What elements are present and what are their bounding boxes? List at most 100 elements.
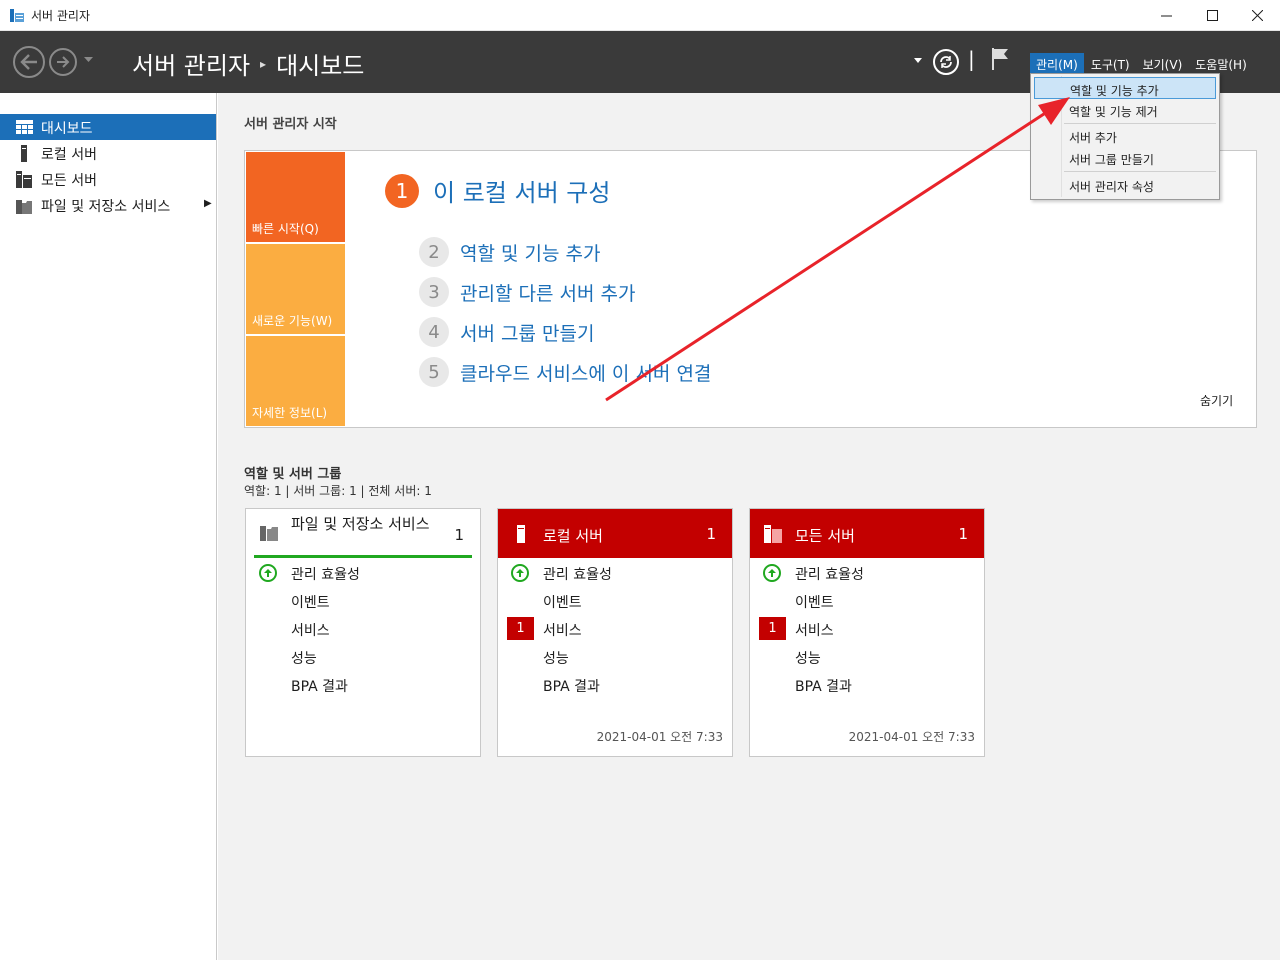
card-row-services[interactable]: 1 서비스 <box>498 616 732 642</box>
menu-item-label: 서버 추가 <box>1069 131 1117 145</box>
roles-counts: 역할: 1 | 서버 그룹: 1 | 전체 서버: 1 <box>244 484 432 498</box>
maximize-button[interactable] <box>1189 0 1235 31</box>
step-link[interactable]: 클라우드 서비스에 이 서버 연결 <box>460 359 711 386</box>
tile-whats-new[interactable]: 새로운 기능(W) <box>246 244 345 334</box>
card-row-label: BPA 결과 <box>543 679 600 695</box>
server-manager-app-icon <box>10 9 24 22</box>
menu-tools[interactable]: 도구(T) <box>1085 53 1136 73</box>
tile-quick-start[interactable]: 빠른 시작(Q) <box>246 152 345 242</box>
welcome-section-title: 서버 관리자 시작 <box>244 117 337 132</box>
menu-item-label: 서버 관리자 속성 <box>1069 180 1154 194</box>
menu-item-add-servers[interactable]: 서버 추가 <box>1034 125 1216 147</box>
servers-icon <box>16 171 32 188</box>
alert-count-badge: 1 <box>759 617 786 640</box>
card-title: 모든 서버 <box>795 527 855 545</box>
breadcrumb: 서버 관리자 ▸ 대시보드 <box>132 46 364 81</box>
step-link[interactable]: 서버 그룹 만들기 <box>460 319 594 346</box>
card-title: 로컬 서버 <box>543 527 603 545</box>
menu-item-create-server-group[interactable]: 서버 그룹 만들기 <box>1034 147 1216 169</box>
card-header[interactable]: 파일 및 저장소 서비스 1 <box>246 509 480 558</box>
status-ok-arrow-up-icon <box>763 564 781 582</box>
card-row-events[interactable]: 이벤트 <box>246 588 480 614</box>
menu-item-server-manager-properties[interactable]: 서버 관리자 속성 <box>1034 174 1216 196</box>
card-row-label: 이벤트 <box>291 595 330 611</box>
menu-item-label: 역할 및 기능 제거 <box>1069 105 1158 119</box>
title-bar: 서버 관리자 <box>0 0 1280 31</box>
card-row-label: 관리 효율성 <box>795 567 864 583</box>
chevron-right-icon[interactable]: ▶ <box>204 198 212 209</box>
back-button[interactable] <box>13 46 45 78</box>
card-row-label: 서비스 <box>795 623 834 639</box>
notification-flag-icon[interactable] <box>991 47 1009 71</box>
step-add-servers[interactable]: 3 관리할 다른 서버 추가 <box>419 277 635 307</box>
minimize-button[interactable] <box>1143 0 1189 31</box>
card-row-services[interactable]: 서비스 <box>246 616 480 642</box>
card-row-manageability[interactable]: 관리 효율성 <box>498 560 732 586</box>
close-button[interactable] <box>1234 0 1280 31</box>
servers-icon <box>764 525 782 543</box>
step-link[interactable]: 역할 및 기능 추가 <box>460 239 600 266</box>
card-row-bpa[interactable]: BPA 결과 <box>246 672 480 698</box>
step-number: 1 <box>385 173 419 208</box>
card-row-manageability[interactable]: 관리 효율성 <box>246 560 480 586</box>
menu-separator <box>1064 123 1216 124</box>
refresh-button[interactable] <box>933 49 959 75</box>
step-number: 2 <box>419 237 449 267</box>
card-row-performance[interactable]: 성능 <box>750 644 984 670</box>
card-row-manageability[interactable]: 관리 효율성 <box>750 560 984 586</box>
sidebar: 대시보드 로컬 서버 모든 서버 파일 및 저장소 서비스 ▶ <box>0 93 217 960</box>
card-row-label: 서비스 <box>543 623 582 639</box>
step-link[interactable]: 관리할 다른 서버 추가 <box>460 279 635 306</box>
nav-history-chevron-down-icon[interactable] <box>84 57 93 63</box>
hide-link[interactable]: 숨기기 <box>1200 392 1233 409</box>
step-configure-local-server[interactable]: 1 이 로컬 서버 구성 <box>385 173 610 208</box>
breadcrumb-chevron-down-icon[interactable] <box>914 58 922 63</box>
card-title: 파일 및 저장소 서비스 <box>291 515 430 533</box>
sidebar-item-label: 모든 서버 <box>41 173 97 189</box>
menu-item-add-roles-features[interactable]: 역할 및 기능 추가 <box>1034 77 1216 99</box>
breadcrumb-root[interactable]: 서버 관리자 <box>132 46 250 81</box>
maximize-icon <box>1206 10 1218 21</box>
arrow-right-icon <box>57 56 70 68</box>
step-connect-cloud[interactable]: 5 클라우드 서비스에 이 서버 연결 <box>419 357 711 387</box>
tile-learn-more[interactable]: 자세한 정보(L) <box>246 336 345 426</box>
card-row-performance[interactable]: 성능 <box>498 644 732 670</box>
card-row-label: 이벤트 <box>795 595 834 611</box>
breadcrumb-current: 대시보드 <box>276 52 365 80</box>
role-card-local-server[interactable]: 로컬 서버 1 관리 효율성 이벤트 1 서비스 성능 BPA 결과 2021-… <box>497 508 733 757</box>
forward-button[interactable] <box>49 48 77 76</box>
card-row-events[interactable]: 이벤트 <box>750 588 984 614</box>
card-count: 1 <box>958 525 968 543</box>
role-card-file-storage[interactable]: 파일 및 저장소 서비스 1 관리 효율성 이벤트 서비스 성능 BPA 결과 <box>245 508 481 757</box>
sidebar-item-file-storage[interactable]: 파일 및 저장소 서비스 ▶ <box>0 192 216 218</box>
card-row-performance[interactable]: 성능 <box>246 644 480 670</box>
tile-label: 자세한 정보(L) <box>252 406 328 420</box>
menu-manage[interactable]: 관리(M) <box>1030 53 1084 73</box>
card-row-bpa[interactable]: BPA 결과 <box>498 672 732 698</box>
breadcrumb-separator-icon: ▸ <box>260 56 267 71</box>
card-timestamp: 2021-04-01 오전 7:33 <box>848 730 975 744</box>
step-create-group[interactable]: 4 서버 그룹 만들기 <box>419 317 594 347</box>
card-row-events[interactable]: 이벤트 <box>498 588 732 614</box>
sidebar-item-local-server[interactable]: 로컬 서버 <box>0 140 216 166</box>
tile-label: 새로운 기능(W) <box>252 314 333 328</box>
sidebar-item-all-servers[interactable]: 모든 서버 <box>0 166 216 192</box>
menu-item-remove-roles-features[interactable]: 역할 및 기능 제거 <box>1034 99 1216 121</box>
role-card-all-servers[interactable]: 모든 서버 1 관리 효율성 이벤트 1 서비스 성능 BPA 결과 2021-… <box>749 508 985 757</box>
card-row-services[interactable]: 1 서비스 <box>750 616 984 642</box>
menu-help[interactable]: 도움말(H) <box>1189 53 1253 73</box>
menu-view[interactable]: 보기(V) <box>1137 53 1189 73</box>
step-link[interactable]: 이 로컬 서버 구성 <box>433 173 610 208</box>
sidebar-item-dashboard[interactable]: 대시보드 <box>0 114 216 140</box>
step-add-roles[interactable]: 2 역할 및 기능 추가 <box>419 237 600 267</box>
status-ok-underline <box>254 555 472 558</box>
card-count: 1 <box>454 526 464 544</box>
card-header[interactable]: 모든 서버 1 <box>750 509 984 558</box>
server-icon <box>21 145 27 162</box>
dashboard-icon <box>16 120 33 134</box>
header-divider: | <box>968 47 975 71</box>
card-header[interactable]: 로컬 서버 1 <box>498 509 732 558</box>
card-row-bpa[interactable]: BPA 결과 <box>750 672 984 698</box>
sidebar-item-label: 파일 및 저장소 서비스 <box>41 199 171 215</box>
card-row-label: 성능 <box>543 651 569 667</box>
